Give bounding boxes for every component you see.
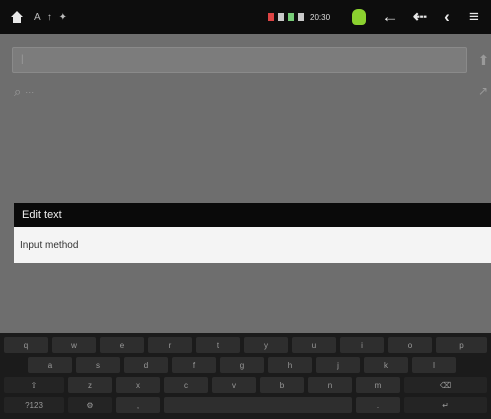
key-n[interactable]: n [308,377,352,393]
key-p[interactable]: p [436,337,487,353]
key-g[interactable]: g [220,357,264,373]
key-j[interactable]: j [316,357,360,373]
key-v[interactable]: v [212,377,256,393]
key-h[interactable]: h [268,357,312,373]
soft-keyboard: q w e r t y u i o p a s d f g h j k l ⇧ … [0,333,491,419]
clock: 20:30 [310,12,331,22]
key-q[interactable]: q [4,337,48,353]
key-u[interactable]: u [292,337,336,353]
home-icon[interactable] [10,0,24,34]
volume-down-icon[interactable]: ⇠ [410,0,430,34]
usb-icon [288,13,294,21]
key-r[interactable]: r [148,337,192,353]
return-icon[interactable]: ‹ [437,0,457,34]
key-i[interactable]: i [340,337,384,353]
key-k[interactable]: k [364,357,408,373]
wifi-icon [298,13,304,21]
key-e[interactable]: e [100,337,144,353]
key-z[interactable]: z [68,377,112,393]
key-a[interactable]: a [28,357,72,373]
suggestion-text: ··· [25,87,35,97]
battery-icon [268,13,274,21]
key-f[interactable]: f [172,357,216,373]
shift-key[interactable]: ⇧ [4,377,64,393]
signal-icon [278,13,284,21]
key-comma[interactable]: , [116,397,160,413]
search-input[interactable]: | [12,47,467,73]
backspace-key[interactable]: ⌫ [404,377,487,393]
settings-key[interactable]: ⚙ [68,397,112,413]
menu-icon[interactable]: ≡ [464,0,484,34]
refine-icon[interactable]: ↗ [478,84,488,98]
symbols-key[interactable]: ?123 [4,397,64,413]
key-c[interactable]: c [164,377,208,393]
key-l[interactable]: l [412,357,456,373]
key-s[interactable]: s [76,357,120,373]
input-method-option[interactable]: Input method [14,227,491,263]
back-icon[interactable]: ← [380,0,400,34]
search-input-value: | [21,54,24,65]
keyboard-row-4: ?123 ⚙ , . ↵ [0,397,491,413]
search-icon: ⌕ [14,84,22,99]
enter-key[interactable]: ↵ [404,397,487,413]
key-x[interactable]: x [116,377,160,393]
android-icon [352,0,368,34]
key-m[interactable]: m [356,377,400,393]
key-y[interactable]: y [244,337,288,353]
space-key[interactable] [164,397,352,413]
search-go-icon[interactable]: ⬆ [476,47,491,73]
key-w[interactable]: w [52,337,96,353]
key-o[interactable]: o [388,337,432,353]
status-indicators: 20:30 [268,0,330,34]
search-suggestion[interactable]: ⌕ ··· [14,84,34,100]
key-b[interactable]: b [260,377,304,393]
keyboard-row-2: a s d f g h j k l [0,357,491,373]
notification-icons: A ↑ ✦ [34,11,70,23]
input-method-label: Input method [20,239,79,251]
key-t[interactable]: t [196,337,240,353]
key-d[interactable]: d [124,357,168,373]
key-period[interactable]: . [356,397,400,413]
keyboard-row-1: q w e r t y u i o p [0,337,491,353]
status-bar: A ↑ ✦ 20:30 ← ⇠ ‹ ≡ [0,0,491,34]
keyboard-row-3: ⇧ z x c v b n m ⌫ [0,377,491,393]
dialog-title: Edit text [14,203,491,227]
